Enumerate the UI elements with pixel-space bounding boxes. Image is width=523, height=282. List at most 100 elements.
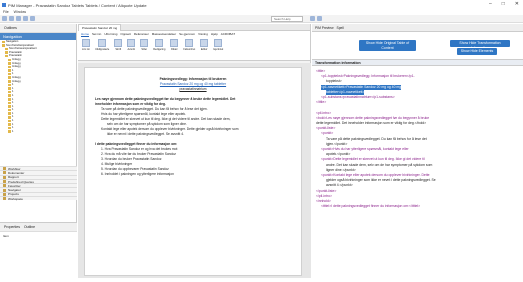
minimize-button[interactable]: – — [489, 1, 492, 7]
menu-file[interactable]: File — [3, 10, 9, 14]
folder-icon — [8, 72, 11, 76]
ribbon-item-label: Diktér — [171, 48, 178, 51]
maximize-button[interactable]: □ — [502, 1, 505, 7]
section-icon — [3, 171, 6, 175]
doc-toc-item[interactable]: 6. Innholdet i pakningen og ytterligere … — [95, 172, 291, 177]
print-icon[interactable] — [16, 16, 21, 21]
section-icon — [3, 184, 6, 188]
preview-tabs: PIM Preview Spell — [312, 24, 523, 32]
ribbon-item-label: Avsnitt — [127, 48, 135, 51]
ribbon-item[interactable]: Diktér — [170, 39, 179, 51]
xml-line-text: apotek.</punkt> — [326, 152, 351, 157]
properties-tabs: Properties Outline — [0, 223, 77, 232]
show-hide-transformation-button[interactable]: Show Hide Transformation Information — [450, 40, 510, 50]
menu-window[interactable]: Window — [14, 10, 26, 14]
xml-line-text: <title> — [316, 69, 326, 73]
tab-outline[interactable]: Outline — [24, 223, 35, 231]
folder-icon — [8, 76, 11, 79]
section-label: Workspace — [8, 196, 23, 201]
show-hide-toc-button[interactable]: Show Hide Original Table of Content — [359, 40, 416, 51]
show-hide-elements-button[interactable]: Show Hide Elements — [457, 48, 497, 55]
xml-line: <tittel>I dette pakningsvedlegget finner… — [316, 204, 519, 209]
tab-pim-preview[interactable]: PIM Preview — [315, 26, 334, 30]
preview-panel: PIM Preview Spell Show Hide Original Tab… — [312, 24, 523, 278]
ribbon-tab[interactable]: Visning — [198, 32, 208, 36]
ribbon-tab[interactable]: Utforming — [104, 32, 117, 36]
tab-spell[interactable]: Spell — [337, 26, 344, 30]
folder-icon — [5, 54, 8, 58]
ribbon-item[interactable]: Gjenbruk — [213, 39, 223, 51]
tab-properties[interactable]: Properties — [4, 223, 20, 231]
folder-icon — [8, 83, 11, 87]
xml-line-text: andre. Det kan skade dem, selv om de har… — [326, 162, 433, 167]
properties-panel: Properties Outline Item — [0, 222, 77, 282]
xml-line-text: <punkt>Dette legemidlet er skrevet ut ku… — [321, 157, 425, 162]
ribbon-tab[interactable]: Hjelp — [211, 32, 218, 36]
section-icon — [3, 188, 6, 192]
save-icon[interactable] — [9, 16, 14, 21]
folder-icon — [8, 90, 11, 94]
ribbon-item-icon — [155, 39, 164, 47]
ribbon-tab[interactable]: Home — [81, 32, 89, 36]
section-workspace[interactable]: Workspace — [0, 196, 77, 201]
ribbon-item[interactable]: Stiler — [140, 39, 149, 51]
folder-icon — [8, 112, 11, 115]
tree-item[interactable]: 1 — [2, 130, 76, 134]
section-icon — [3, 167, 6, 171]
new-icon[interactable] — [2, 16, 7, 21]
ribbon-item-icon — [98, 39, 107, 47]
navigation-tree: Navigation Non-PantaVersjonalisert Non-Pan… — [0, 40, 76, 133]
xml-line-text: gjelder også bivirkninger som ikke er ne… — [326, 178, 436, 183]
xml-line-text: <innhold> — [316, 199, 331, 204]
xml-line-text: <tittel>I dette pakningsvedlegget finner… — [321, 204, 421, 209]
ribbon-tab[interactable]: Masseutsendelser — [152, 32, 176, 36]
folder-icon — [5, 51, 8, 54]
ribbon-tab[interactable]: Se gjennom — [179, 32, 195, 36]
folder-icon — [2, 40, 5, 44]
ribbon-item-icon — [114, 39, 123, 47]
ribbon-item[interactable]: Editor — [200, 39, 209, 51]
folder-icon — [8, 80, 11, 83]
tree-item-label: 1 — [12, 129, 14, 133]
search-input[interactable]: Search Help — [271, 16, 303, 22]
ribbon-tab[interactable]: Oppsett — [120, 32, 131, 36]
ribbon-tab[interactable]: ACROBAT — [221, 32, 235, 36]
ribbon-item[interactable]: Avsnitt — [127, 39, 136, 51]
editor-area: Pravastatin Sandoz 20 mg Home Set inn Utfo… — [78, 23, 311, 278]
xml-view: <title> <p1-topptekst>Pakningsvedlegg: In… — [312, 66, 523, 278]
document-page: Pakningsvedlegg: Informasjon til brukere… — [84, 67, 302, 276]
folder-icon — [5, 47, 8, 51]
perspective-icon[interactable] — [317, 16, 322, 21]
ribbon-tab[interactable]: Referanser — [134, 32, 149, 36]
section-icon — [3, 180, 6, 184]
editor-tab[interactable]: Pravastatin Sandoz 20 mg — [78, 23, 122, 31]
transformation-info-header: Transformation information — [312, 59, 523, 66]
undo-icon[interactable] — [23, 16, 28, 21]
ribbon-item-icon — [140, 39, 149, 47]
ribbon-item[interactable]: Følsomhet — [183, 39, 195, 51]
xml-line-text: <bold>Les nøye gjennom dette pakningsved… — [316, 115, 430, 120]
xml-line-text: <p1-substans>pravastatinnatrium</p1-subs… — [321, 95, 395, 100]
ribbon-item-label: Editor — [200, 48, 208, 51]
xml-line-text: <punkt> — [321, 131, 334, 136]
ribbon-item[interactable]: Redigering — [153, 39, 165, 51]
redo-icon[interactable] — [30, 16, 35, 21]
ribbon-item-label: Stiler — [141, 48, 148, 51]
close-button[interactable]: ✕ — [515, 1, 519, 7]
xml-line-text: avsnitt 4.</punkt> — [326, 183, 353, 188]
folder-icon — [8, 123, 11, 126]
xml-line-text: <punkt>Hvis du har ytterligere spørsmål,… — [321, 147, 409, 152]
ribbon-item-icon — [200, 39, 209, 47]
ribbon-item[interactable]: Utklippstavle — [95, 39, 109, 51]
properties-item-label: Item — [3, 234, 9, 238]
help-icon[interactable] — [310, 16, 315, 21]
ribbon-item-icon — [170, 39, 179, 47]
ribbon-item[interactable]: Lim inn — [82, 39, 90, 51]
xml-line-text: Ta vare på dette pakningsvedlegget. Du k… — [326, 136, 427, 141]
editor-tabbar: Pravastatin Sandoz 20 mg — [78, 23, 310, 31]
ribbon-tab[interactable]: Set inn — [92, 32, 101, 36]
ribbon-item[interactable]: Skrift — [114, 39, 123, 51]
xml-line-text: ligner dine.</punkt> — [326, 167, 356, 172]
folder-icon — [8, 108, 11, 112]
xml-line-text: <p1-topptekst>Pakningsvedlegg: Informasj… — [321, 74, 415, 79]
